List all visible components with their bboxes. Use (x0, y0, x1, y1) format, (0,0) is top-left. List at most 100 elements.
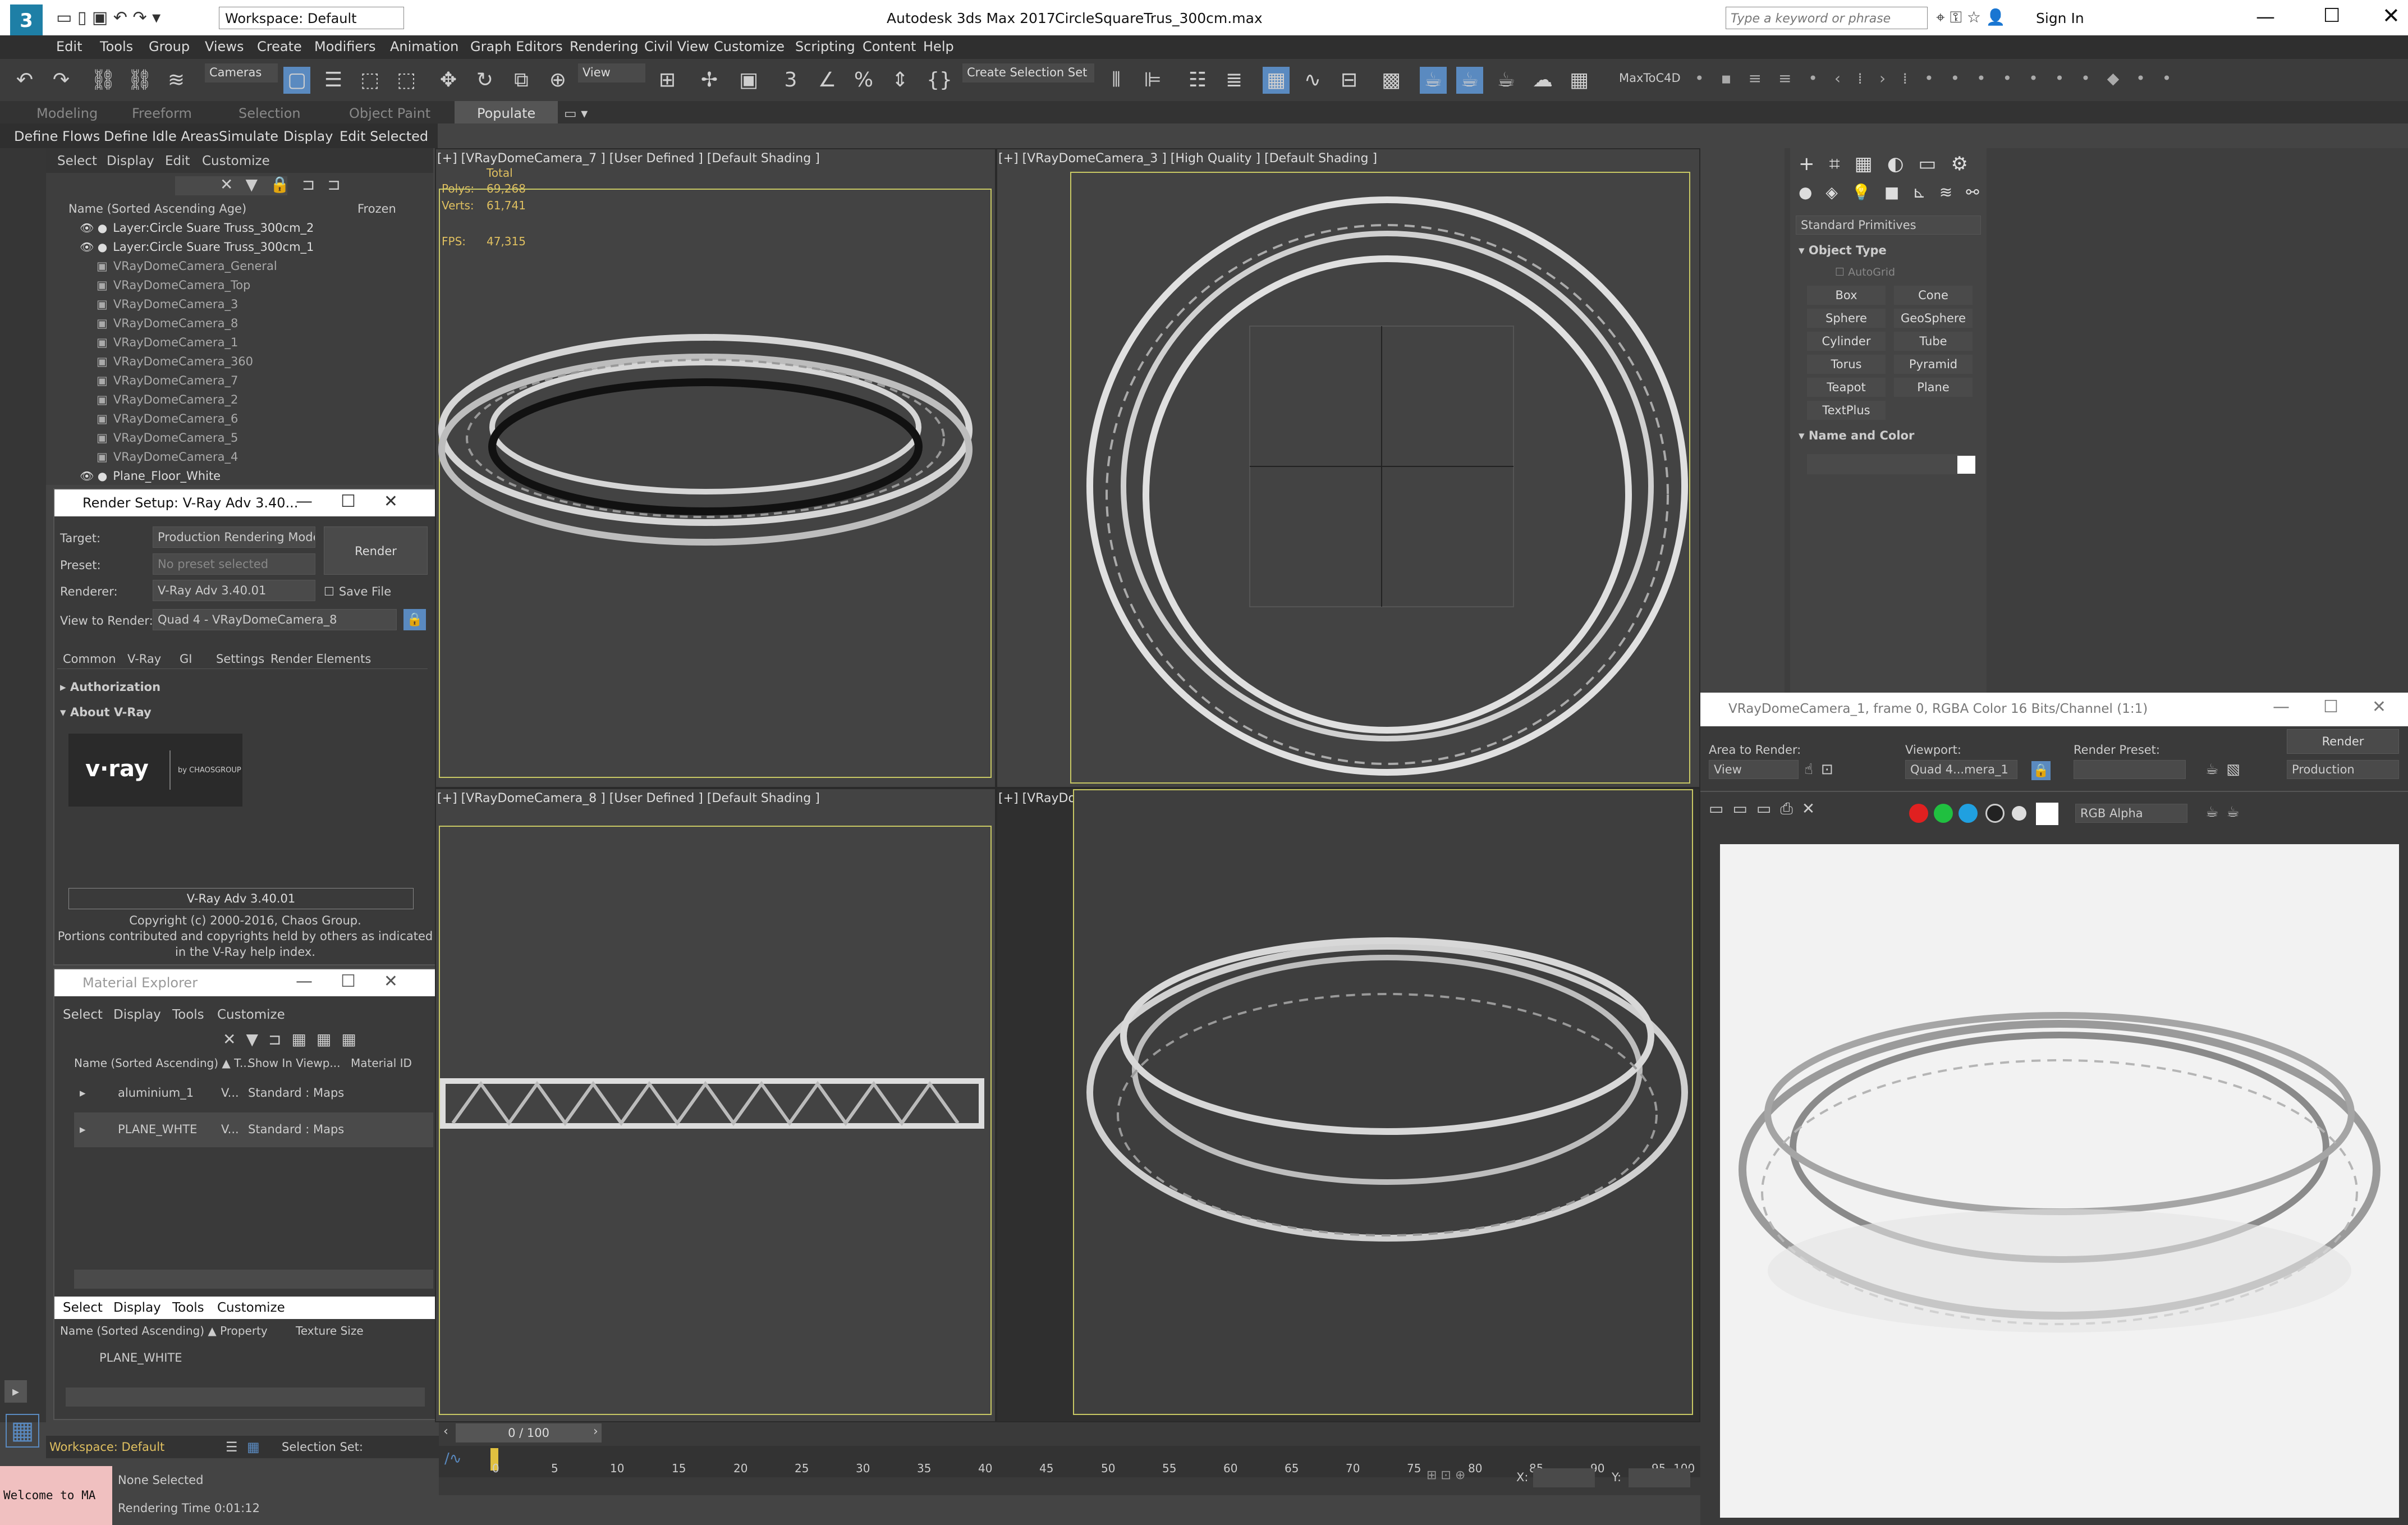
render-preset-select[interactable] (2074, 760, 2186, 779)
menu-rendering[interactable]: Rendering (570, 39, 639, 54)
place-icon[interactable]: ⊕ (544, 67, 571, 94)
quick-access-icons[interactable]: ▭ ▯ ▣ ↶ ↷ ▾ (56, 8, 160, 28)
workspace-icon[interactable]: ▦ (6, 1414, 39, 1448)
tube-button[interactable]: Tube (1894, 332, 1973, 351)
select-by-name-icon[interactable]: ☰ (320, 67, 347, 94)
list-item[interactable]: 👁 ● Layer:Circle Suare Truss_300cm_2 (80, 221, 314, 240)
rect-selection-icon[interactable]: ⬚ (356, 67, 383, 94)
coord-system-select[interactable]: View (578, 63, 645, 83)
extra-toolbar-icons[interactable]: •▪≡≡•‹⁞›⁞•••••••◆•• (1695, 69, 2188, 88)
list-item[interactable]: ▣ VRayDomeCamera_1 (97, 336, 238, 355)
material-row[interactable]: ▸ PLANE_WHTE V... Standard : Maps (74, 1112, 433, 1147)
menu-select[interactable]: Select (57, 154, 97, 168)
maxtoc4d-label[interactable]: MaxToC4D (1619, 71, 1681, 85)
undo-icon[interactable]: ↶ (11, 67, 38, 94)
expand-arrow-icon[interactable]: ▸ (80, 1086, 86, 1100)
me-menu-select[interactable]: Select (63, 1007, 103, 1022)
define-flows-button[interactable]: Define Flows (14, 129, 100, 144)
autogrid-checkbox[interactable]: ☐ AutoGrid (1835, 266, 1895, 278)
a360-gallery-icon[interactable]: ▦ (1566, 67, 1593, 94)
close-button[interactable]: ✕ (2382, 3, 2400, 28)
mono-channel-icon[interactable] (2012, 806, 2026, 821)
window-crossing-icon[interactable]: ⬚ (393, 67, 420, 94)
authorization-rollout[interactable]: ▸ Authorization (60, 680, 160, 694)
render-production-icon[interactable]: ☕ (1493, 67, 1520, 94)
simulate-button[interactable]: Simulate (219, 129, 278, 144)
tab-gi[interactable]: GI (180, 652, 192, 666)
display-button[interactable]: Display (283, 129, 333, 144)
layer-explorer-icon[interactable]: ≣ (1221, 67, 1247, 94)
object-type-rollout[interactable]: ▾ Object Type (1799, 244, 1887, 257)
lock-viewport-icon[interactable]: 🔒 (2031, 761, 2051, 780)
list-item[interactable]: ▣ VRayDomeCamera_5 (97, 431, 238, 450)
menu-create[interactable]: Create (257, 39, 302, 54)
red-channel-icon[interactable] (1909, 804, 1928, 823)
fb-extra-icons[interactable]: ☕☕ (2205, 804, 2248, 821)
track-bar[interactable]: ∕∿ 0 5 10 15 20 25 30 35 40 45 50 55 60 … (439, 1446, 1700, 1477)
horizontal-scrollbar[interactable] (74, 1270, 433, 1289)
me2-menu-select[interactable]: Select (63, 1300, 103, 1315)
scale-icon[interactable]: ⧉ (508, 67, 535, 94)
lock-icon[interactable]: 🔒 (403, 609, 426, 630)
align-icon[interactable]: ⊫ (1139, 67, 1166, 94)
fb-render-button[interactable]: Render (2287, 729, 2399, 754)
menu-graph-editors[interactable]: Graph Editors (470, 39, 563, 54)
list-item[interactable]: 👁 ● Layer:Circle Suare Truss_300cm_1 (80, 240, 314, 259)
ribbon-toggle-icon[interactable]: ▦ (1263, 67, 1290, 94)
prev-frame-icon[interactable]: ‹ (443, 1425, 448, 1439)
me-col-name[interactable]: Name (Sorted Ascending) ▲ T... (74, 1056, 250, 1070)
curve-editor-mini-icon[interactable]: ∕∿ (444, 1450, 462, 1467)
menu-views[interactable]: Views (205, 39, 244, 54)
material-row[interactable]: ▸ aluminium_1 V... Standard : Maps (74, 1076, 433, 1111)
viewport-top-right[interactable]: [+] [VRayDomeCamera_3 ] [High Quality ] … (996, 148, 1700, 788)
box-button[interactable]: Box (1807, 286, 1886, 305)
command-panel-tabs[interactable]: +⌗▦◐▭⚙ (1799, 153, 1983, 175)
curve-editor-icon[interactable]: ∿ (1299, 67, 1326, 94)
background-color-swatch[interactable] (2036, 803, 2058, 825)
list-item[interactable]: ▣ VRayDomeCamera_6 (97, 412, 238, 431)
x-coord-input[interactable] (1533, 1468, 1595, 1487)
render-setup-icon[interactable]: ☕ (1420, 67, 1447, 94)
viewport-bottom-left[interactable]: [+] [VRayDomeCamera_8 ] [User Defined ] … (435, 788, 996, 1422)
me2-menu-display[interactable]: Display (113, 1300, 161, 1315)
object-name-input[interactable] (1807, 454, 1958, 474)
me-col-show[interactable]: Show In Viewp... (248, 1056, 340, 1070)
fb-save-icons[interactable]: ▭▭▭⎙✕ (1709, 799, 1824, 818)
app-logo-icon[interactable]: 3 (10, 4, 43, 37)
col-name[interactable]: Name (Sorted Ascending Age) (68, 202, 246, 216)
frame-buffer-window-controls[interactable]: —☐✕ (2273, 697, 2408, 717)
y-coord-input[interactable] (1629, 1468, 1690, 1487)
spinner-snap-icon[interactable]: ⇕ (887, 67, 914, 94)
me2-col-texture-size[interactable]: Texture Size (296, 1324, 364, 1338)
teapot-button[interactable]: Teapot (1807, 378, 1886, 397)
percent-snap-icon[interactable]: % (850, 67, 877, 94)
workspace-select[interactable]: Workspace: Default (219, 7, 404, 29)
list-item[interactable]: ▣ VRayDomeCamera_General (97, 259, 277, 278)
rendered-frame-window-icon[interactable]: ☕ (1456, 67, 1483, 94)
tab-render-elements[interactable]: Render Elements (270, 652, 371, 666)
pivot-icon[interactable]: ⊞ (654, 67, 681, 94)
me2-menu-tools[interactable]: Tools (172, 1300, 204, 1315)
target-select[interactable]: Production Rendering Mode (153, 526, 315, 548)
list-item[interactable]: ▣ VRayDomeCamera_4 (97, 450, 238, 469)
viewport-label[interactable]: [+] [VRayDomeCamera_7 ] [User Defined ] … (437, 152, 820, 166)
tab-settings[interactable]: Settings (216, 652, 264, 666)
pyramid-button[interactable]: Pyramid (1894, 355, 1973, 374)
select-object-icon[interactable]: ▢ (283, 67, 310, 94)
snaps-toggle-icon[interactable]: 3 (777, 67, 804, 94)
menu-edit[interactable]: Edit (165, 154, 190, 168)
list-item[interactable]: ▣ VRayDomeCamera_360 (97, 355, 253, 374)
col-frozen[interactable]: Frozen (357, 202, 396, 216)
keyboard-shortcut-icon[interactable]: ▣ (735, 67, 762, 94)
plane-button[interactable]: Plane (1894, 378, 1973, 397)
horizontal-scrollbar-2[interactable] (66, 1387, 425, 1407)
textplus-button[interactable]: TextPlus (1807, 401, 1886, 420)
viewport-label[interactable]: [+] [VRayDomeCamera_3 ] [High Quality ] … (998, 152, 1377, 166)
list-item[interactable]: ▣ VRayDomeCamera_8 (97, 317, 238, 336)
menu-group[interactable]: Group (149, 39, 190, 54)
region-icons[interactable]: ☝⊡ (1804, 761, 1841, 778)
workspace-status[interactable]: Workspace: Default (49, 1440, 164, 1454)
redo-icon[interactable]: ↷ (48, 67, 75, 94)
render-cloud-icon[interactable]: ☁ (1529, 67, 1556, 94)
me-menu-display[interactable]: Display (113, 1007, 161, 1022)
